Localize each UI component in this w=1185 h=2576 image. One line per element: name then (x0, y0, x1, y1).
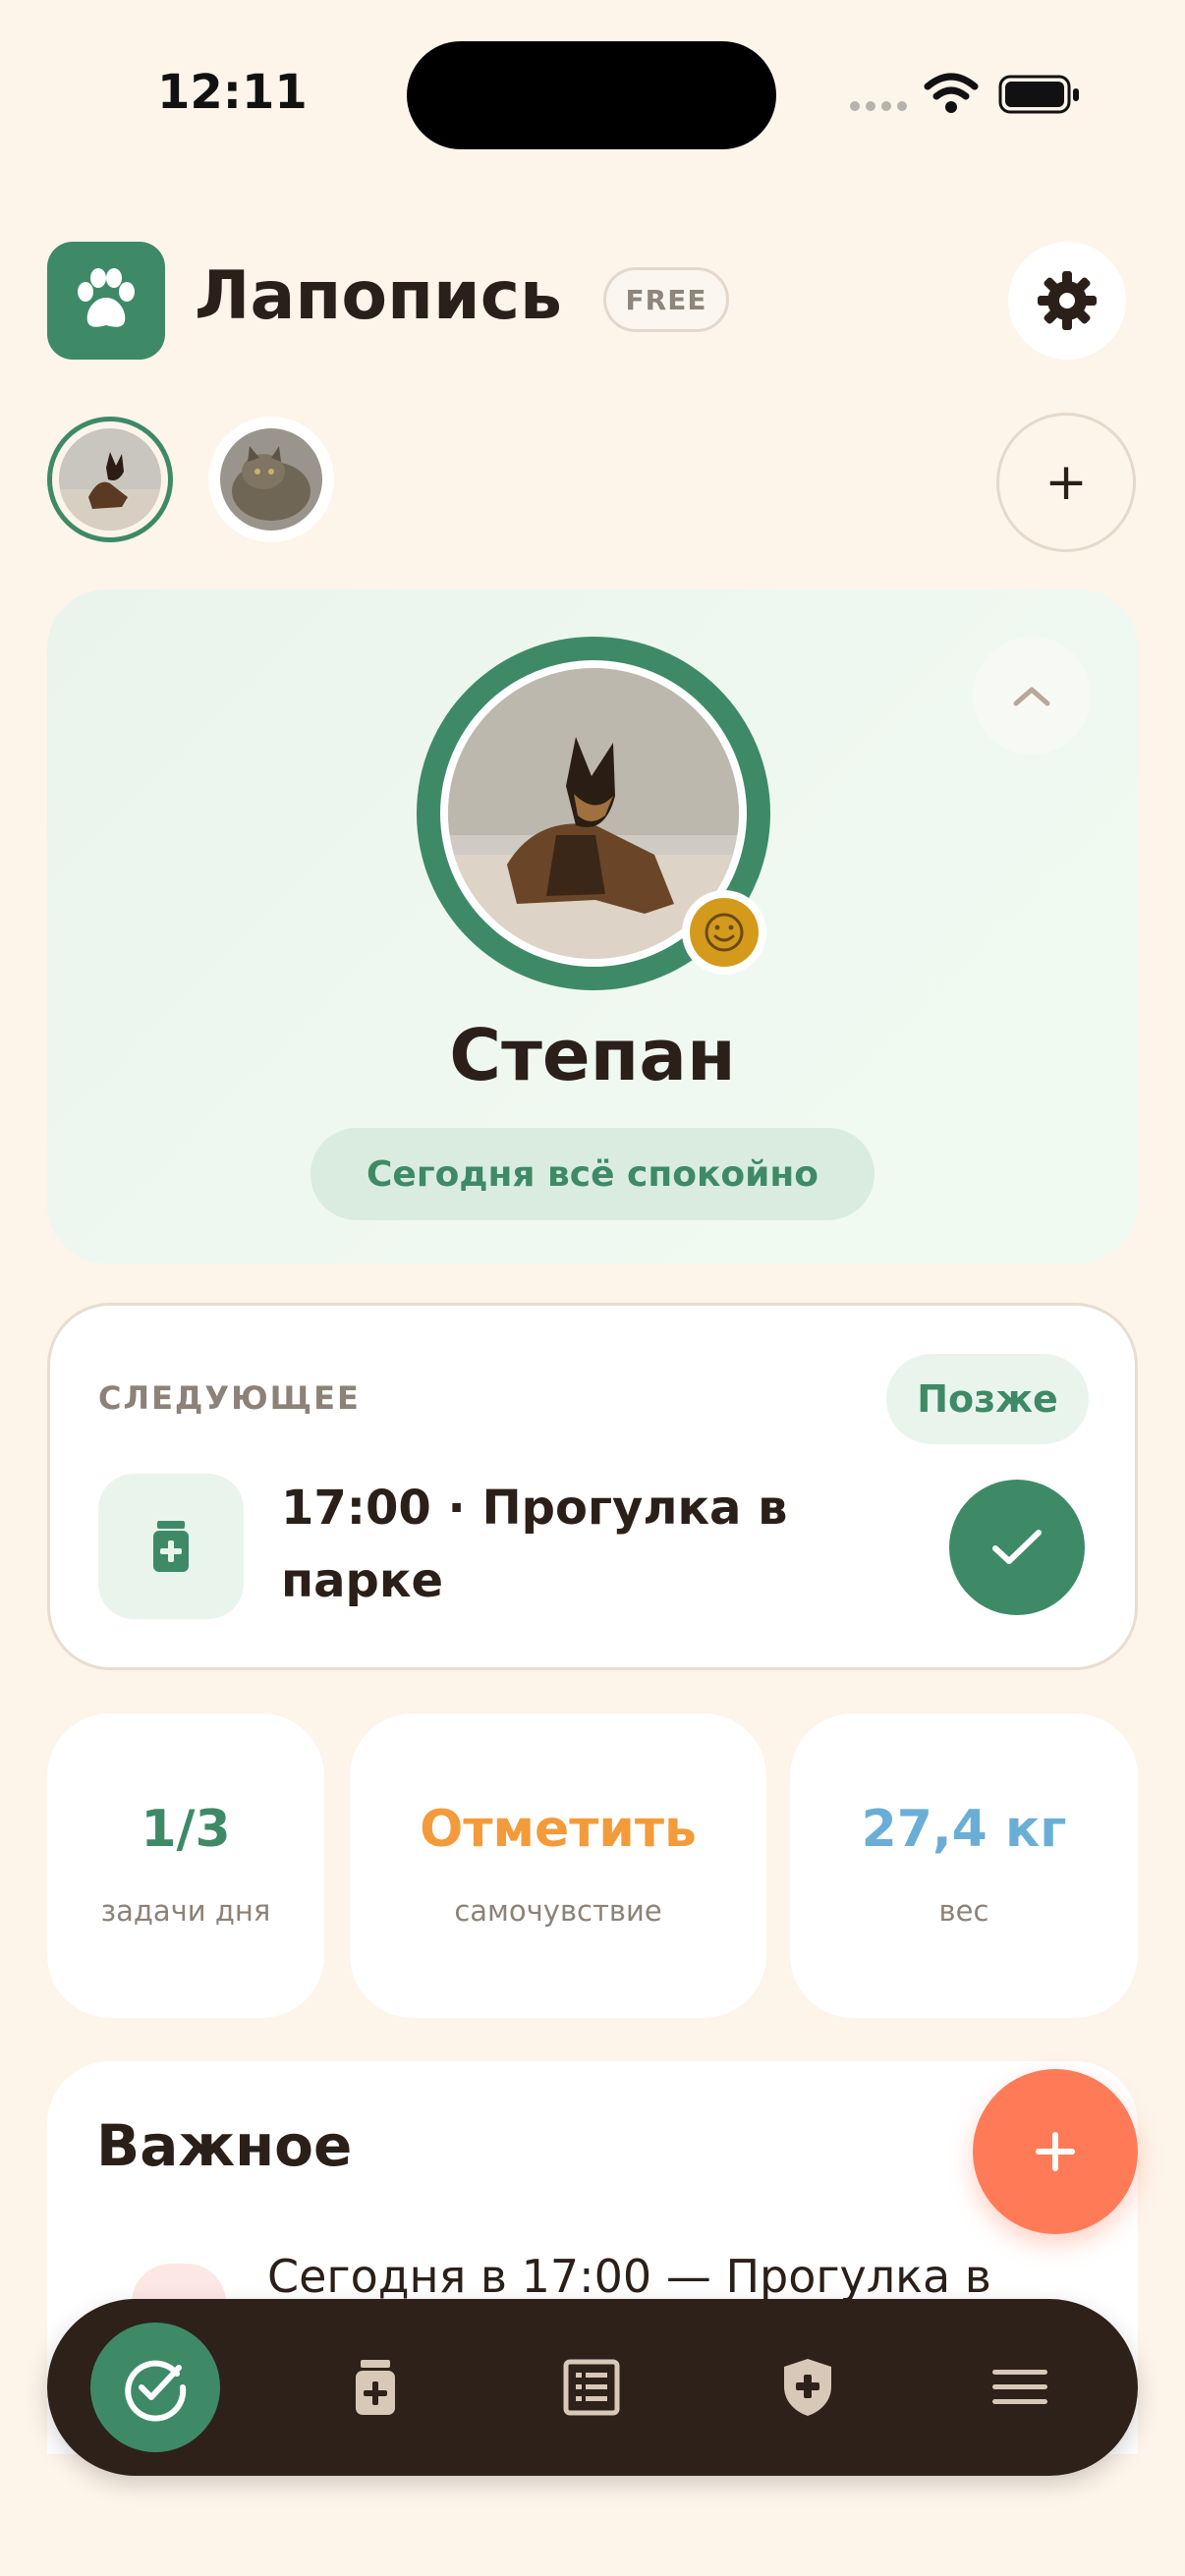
add-pet-button[interactable]: + (996, 413, 1136, 552)
nav-medicine[interactable] (314, 2326, 436, 2448)
nav-menu[interactable] (959, 2326, 1081, 2448)
app-logo (47, 242, 165, 360)
complete-task-button[interactable] (949, 1480, 1085, 1615)
chevron-up-icon (1013, 687, 1050, 706)
stat-tasks-label: задачи дня (100, 1894, 271, 1928)
check-circle-icon (125, 2360, 187, 2422)
important-item[interactable]: Сегодня в 17:00 — Прогулка в (267, 2250, 991, 2303)
paw-icon (78, 268, 135, 327)
settings-button[interactable] (1008, 242, 1126, 360)
pet-photo-cat (220, 428, 322, 531)
nav-health[interactable] (747, 2326, 869, 2448)
plus-icon (1036, 2132, 1075, 2171)
stat-wellbeing-value: Отметить (420, 1800, 697, 1859)
medicine-icon (356, 2360, 395, 2415)
add-fab-button[interactable] (973, 2069, 1138, 2234)
stat-wellbeing[interactable]: Отметить самочувствие (350, 1713, 766, 2018)
stat-wellbeing-label: самочувствие (454, 1894, 662, 1928)
mood-badge[interactable] (682, 890, 766, 975)
smile-icon (705, 913, 744, 952)
stat-tasks[interactable]: 1/3 задачи дня (47, 1713, 324, 2018)
later-button[interactable]: Позже (886, 1354, 1089, 1444)
stat-weight[interactable]: 27,4 кг вес (790, 1713, 1138, 2018)
app-title: Лапопись (195, 257, 562, 335)
menu-icon (992, 2370, 1047, 2404)
battery-icon (998, 75, 1079, 114)
pet-status-pill: Сегодня всё спокойно (310, 1128, 875, 1220)
bottom-nav (47, 2299, 1138, 2476)
collapse-button[interactable] (973, 637, 1091, 755)
gear-icon (1038, 271, 1097, 330)
next-label: СЛЕДУЮЩЕЕ (98, 1379, 361, 1417)
pet-photo-dog (59, 428, 161, 531)
stat-tasks-value: 1/3 (141, 1800, 231, 1859)
pet-switch-dog[interactable] (47, 417, 173, 542)
plan-badge[interactable]: FREE (603, 267, 729, 332)
important-title: Важное (96, 2112, 353, 2179)
task-type-icon (98, 1474, 244, 1619)
stat-weight-label: вес (938, 1894, 989, 1928)
check-icon (992, 1530, 1042, 1564)
signal-icon (850, 101, 907, 111)
next-task-title: 17:00 · Прогулка в парке (281, 1481, 788, 1608)
pet-switch-cat[interactable] (208, 417, 334, 542)
stat-weight-value: 27,4 кг (861, 1800, 1067, 1859)
status-time: 12:11 (157, 65, 308, 120)
pet-name: Степан (449, 1014, 736, 1096)
journal-icon (563, 2359, 620, 2416)
nav-today[interactable] (90, 2323, 220, 2452)
nav-journal[interactable] (531, 2326, 652, 2448)
wifi-icon (924, 73, 979, 113)
dynamic-island (407, 41, 776, 149)
shield-plus-icon (784, 2359, 831, 2416)
medicine-icon (153, 1521, 189, 1572)
